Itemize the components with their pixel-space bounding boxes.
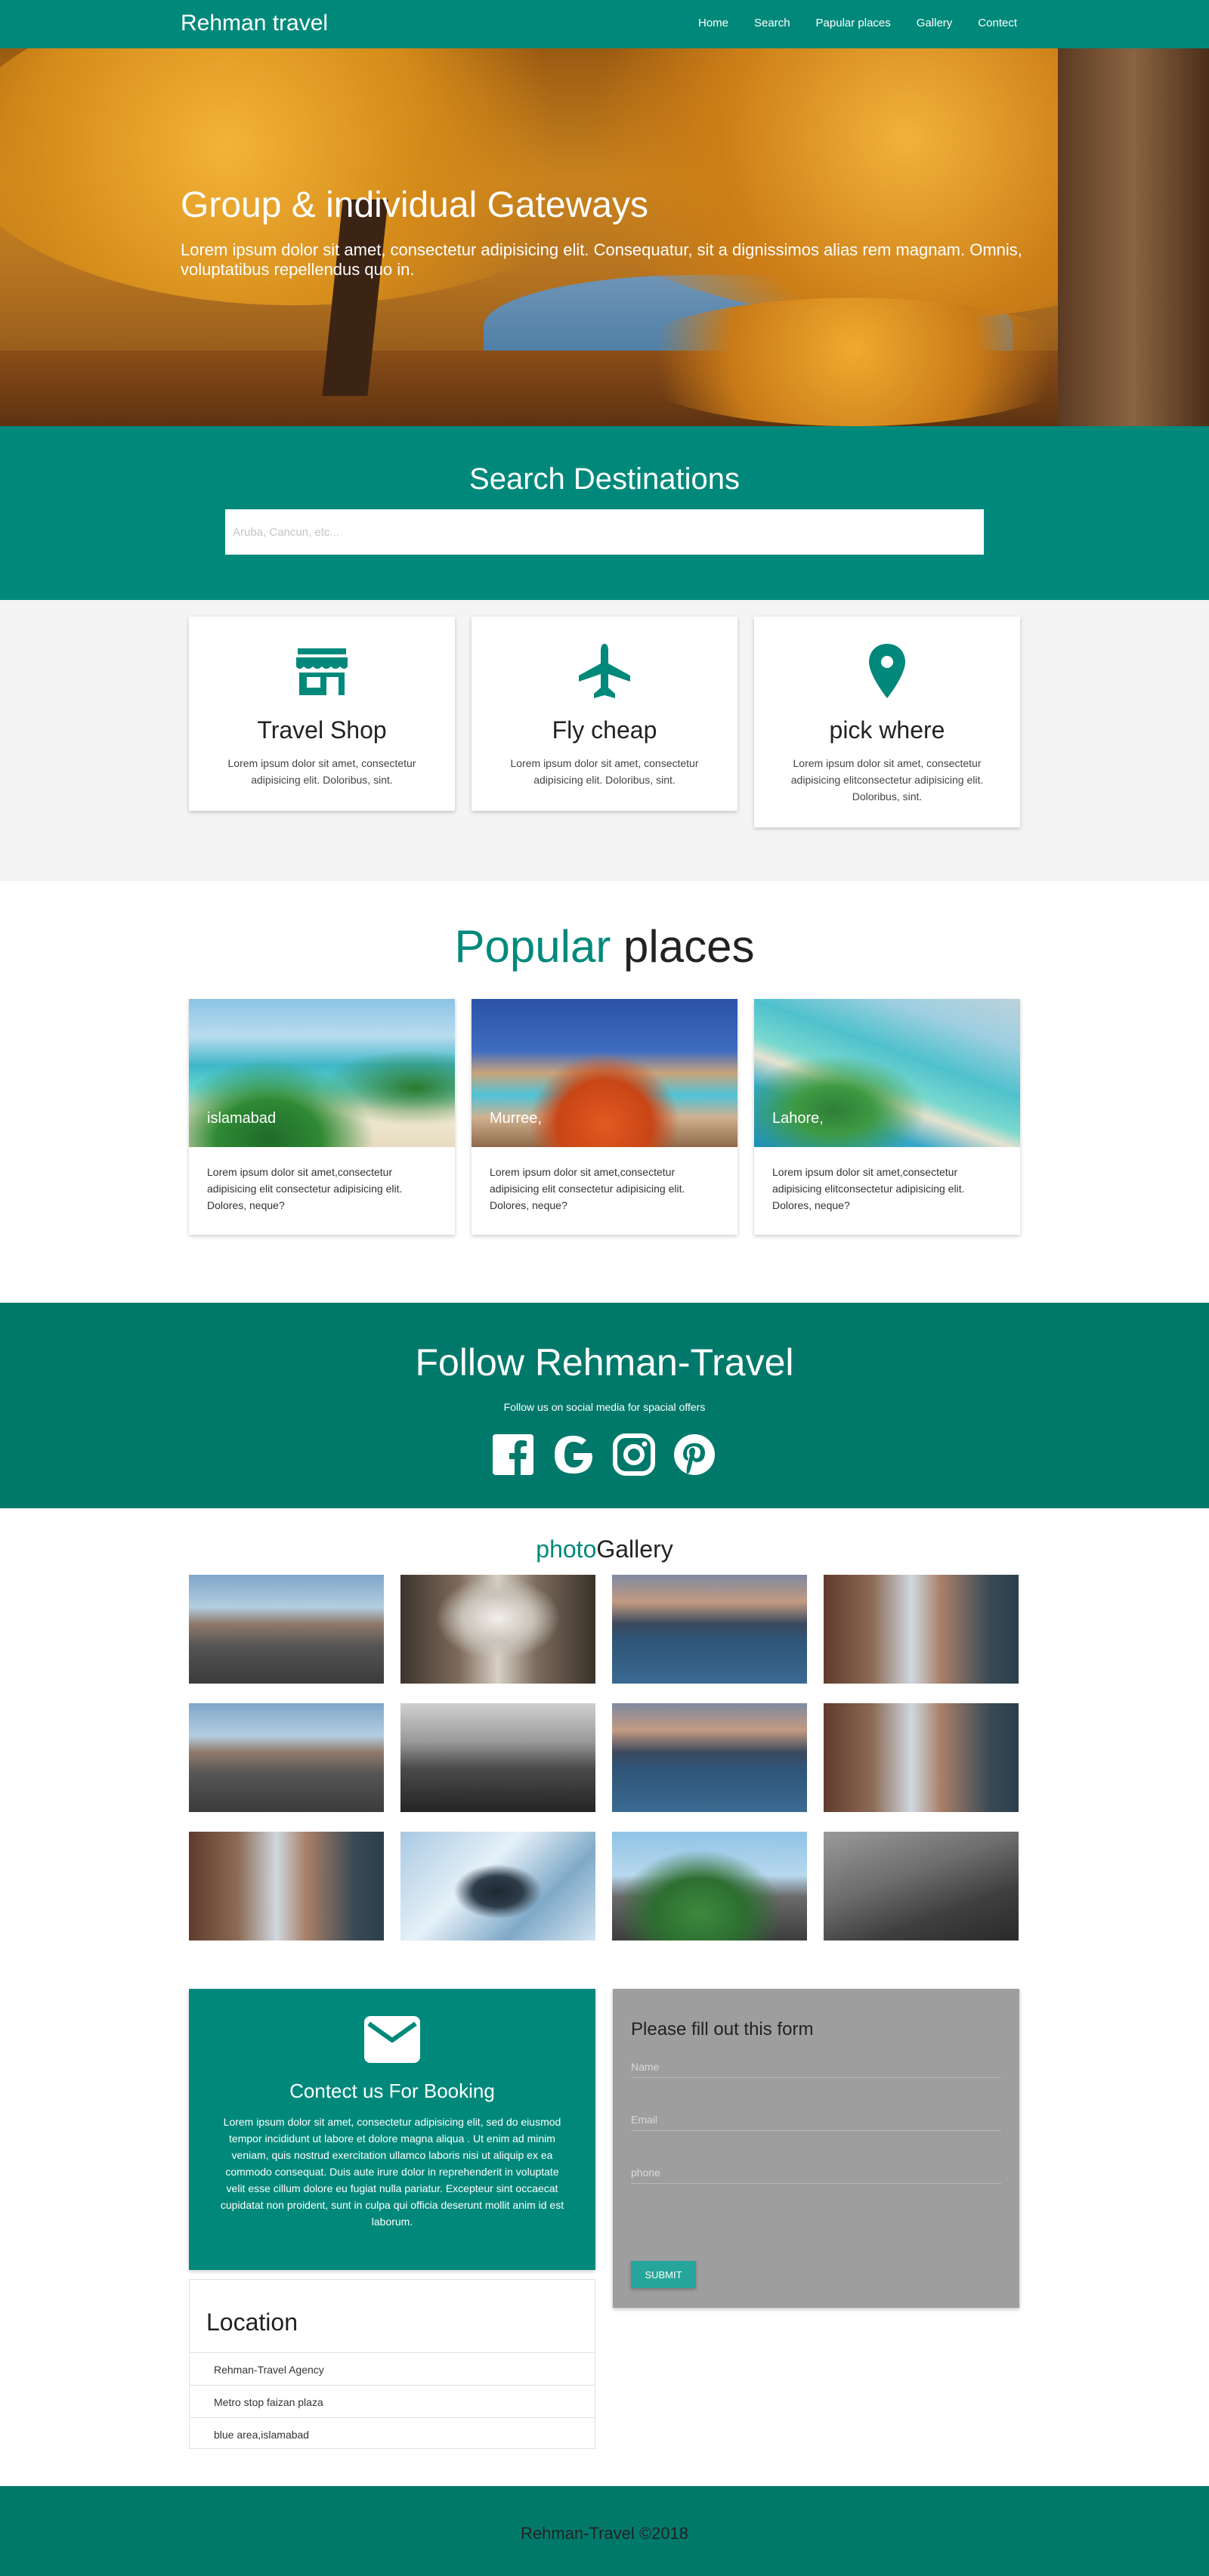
facebook-icon[interactable] [491, 1433, 535, 1477]
hero-tree-trunk-right [1058, 48, 1209, 426]
google-icon[interactable] [552, 1433, 595, 1477]
social-links [491, 1433, 718, 1478]
gallery-image-harbor[interactable] [612, 1703, 807, 1812]
feature-text: Lorem ipsum dolor sit amet, consectetur … [790, 757, 984, 802]
nav-link-gallery[interactable]: Gallery [917, 17, 953, 29]
pinterest-icon[interactable] [673, 1433, 716, 1477]
navbar: Rehman travel Home Search Papular places… [0, 0, 1209, 48]
hero-title: Group & individual Gateways [181, 185, 648, 225]
feature-title: pick where [829, 716, 945, 744]
place-card-islamabad[interactable]: islamabad Lorem ipsum dolor sit amet,con… [189, 999, 455, 1235]
location-list: Rehman-Travel Agency Metro stop faizan p… [190, 2352, 595, 2450]
envelope-icon [364, 2016, 420, 2063]
place-image: islamabad [189, 999, 455, 1147]
feature-card-pick-where: pick where Lorem ipsum dolor sit amet, c… [754, 617, 1020, 827]
location-item: Rehman-Travel Agency [190, 2352, 595, 2385]
gallery-image-alley[interactable] [824, 1703, 1019, 1812]
feature-title: Travel Shop [257, 716, 387, 744]
footer-copyright: Rehman-Travel ©2018 [520, 2524, 689, 2543]
search-section: Search Destinations [0, 426, 1209, 600]
place-name: Lahore, [772, 1110, 824, 1127]
gallery-image-alley[interactable] [824, 1575, 1019, 1684]
gallery-title: photoGallery [0, 1535, 1209, 1563]
footer: Rehman-Travel ©2018 [0, 2486, 1209, 2576]
airplane-icon [579, 644, 630, 698]
feature-card-fly-cheap: Fly cheap Lorem ipsum dolor sit amet, co… [472, 617, 737, 811]
gallery-title-accent: photo [536, 1535, 597, 1563]
hero-foliage-bottom [620, 298, 1088, 426]
search-input[interactable] [225, 509, 984, 555]
instagram-icon[interactable] [612, 1433, 656, 1477]
brand-logo[interactable]: Rehman travel [181, 11, 328, 36]
hero-banner: Group & individual Gateways Lorem ipsum … [0, 48, 1209, 426]
location-item: Metro stop faizan plaza [190, 2385, 595, 2417]
search-title: Search Destinations [469, 462, 740, 496]
feature-title: Fly cheap [552, 716, 657, 744]
hero-subtitle: Lorem ipsum dolor sit amet, consectetur … [181, 240, 1022, 279]
name-field[interactable] [631, 2055, 1001, 2078]
popular-title-accent: Popular [454, 921, 611, 972]
follow-subtitle: Follow us on social media for spacial of… [503, 1401, 706, 1413]
follow-title: Follow Rehman-Travel [415, 1341, 794, 1384]
form-title: Please fill out this form [631, 2019, 814, 2039]
place-image: Lahore, [754, 999, 1020, 1147]
store-icon [296, 648, 348, 695]
place-text: Lorem ipsum dolor sit amet,consectetur a… [772, 1166, 965, 1211]
gallery-image-waterfall[interactable] [400, 1575, 595, 1684]
location-pin-icon [869, 644, 905, 698]
location-card: Location Rehman-Travel Agency Metro stop… [189, 2279, 595, 2449]
place-name: islamabad [207, 1110, 277, 1127]
booking-form: Please fill out this form SUBMIT [613, 1989, 1019, 2308]
gallery-image-stadium[interactable] [612, 1832, 807, 1941]
phone-field[interactable] [631, 2161, 1001, 2184]
place-card-lahore[interactable]: Lahore, Lorem ipsum dolor sit amet,conse… [754, 999, 1020, 1235]
contact-title: Contect us For Booking [289, 2080, 495, 2102]
nav-link-search[interactable]: Search [754, 17, 790, 29]
contact-text: Lorem ipsum dolor sit amet, consectetur … [220, 2116, 564, 2228]
popular-title: Popular places [0, 920, 1209, 973]
location-item: blue area,islamabad [190, 2417, 595, 2450]
place-name: Murree, [490, 1110, 542, 1127]
gallery-image-street[interactable] [189, 1703, 384, 1812]
nav-links: Home Search Papular places Gallery Conte… [673, 17, 1017, 29]
feature-card-travel-shop: Travel Shop Lorem ipsum dolor sit amet, … [189, 617, 455, 811]
email-field[interactable] [631, 2108, 1001, 2131]
nav-link-home[interactable]: Home [698, 17, 728, 29]
feature-text: Lorem ipsum dolor sit amet, consectetur … [227, 757, 416, 786]
place-card-murree[interactable]: Murree, Lorem ipsum dolor sit amet,conse… [472, 999, 737, 1235]
gallery-image-street[interactable] [189, 1575, 384, 1684]
follow-section: Follow Rehman-Travel Follow us on social… [0, 1303, 1209, 1508]
gallery-image-rocks[interactable] [400, 1703, 595, 1812]
place-text: Lorem ipsum dolor sit amet,consectetur a… [490, 1166, 685, 1211]
contact-card: Contect us For Booking Lorem ipsum dolor… [189, 1989, 595, 2270]
gallery-image-ice[interactable] [400, 1832, 595, 1941]
place-image: Murree, [472, 999, 737, 1147]
nav-link-popular-places[interactable]: Papular places [816, 17, 891, 29]
popular-title-rest: places [611, 921, 755, 972]
nav-link-contact[interactable]: Contect [978, 17, 1017, 29]
gallery-image-bridge[interactable] [824, 1832, 1019, 1941]
gallery-image-alley[interactable] [189, 1832, 384, 1941]
place-text: Lorem ipsum dolor sit amet,consectetur a… [207, 1166, 403, 1211]
submit-button[interactable]: SUBMIT [631, 2261, 696, 2288]
feature-text: Lorem ipsum dolor sit amet, consectetur … [510, 757, 699, 786]
gallery-title-rest: Gallery [596, 1535, 673, 1563]
features-section: Travel Shop Lorem ipsum dolor sit amet, … [0, 600, 1209, 881]
gallery-image-harbor[interactable] [612, 1575, 807, 1684]
location-title: Location [206, 2309, 298, 2336]
